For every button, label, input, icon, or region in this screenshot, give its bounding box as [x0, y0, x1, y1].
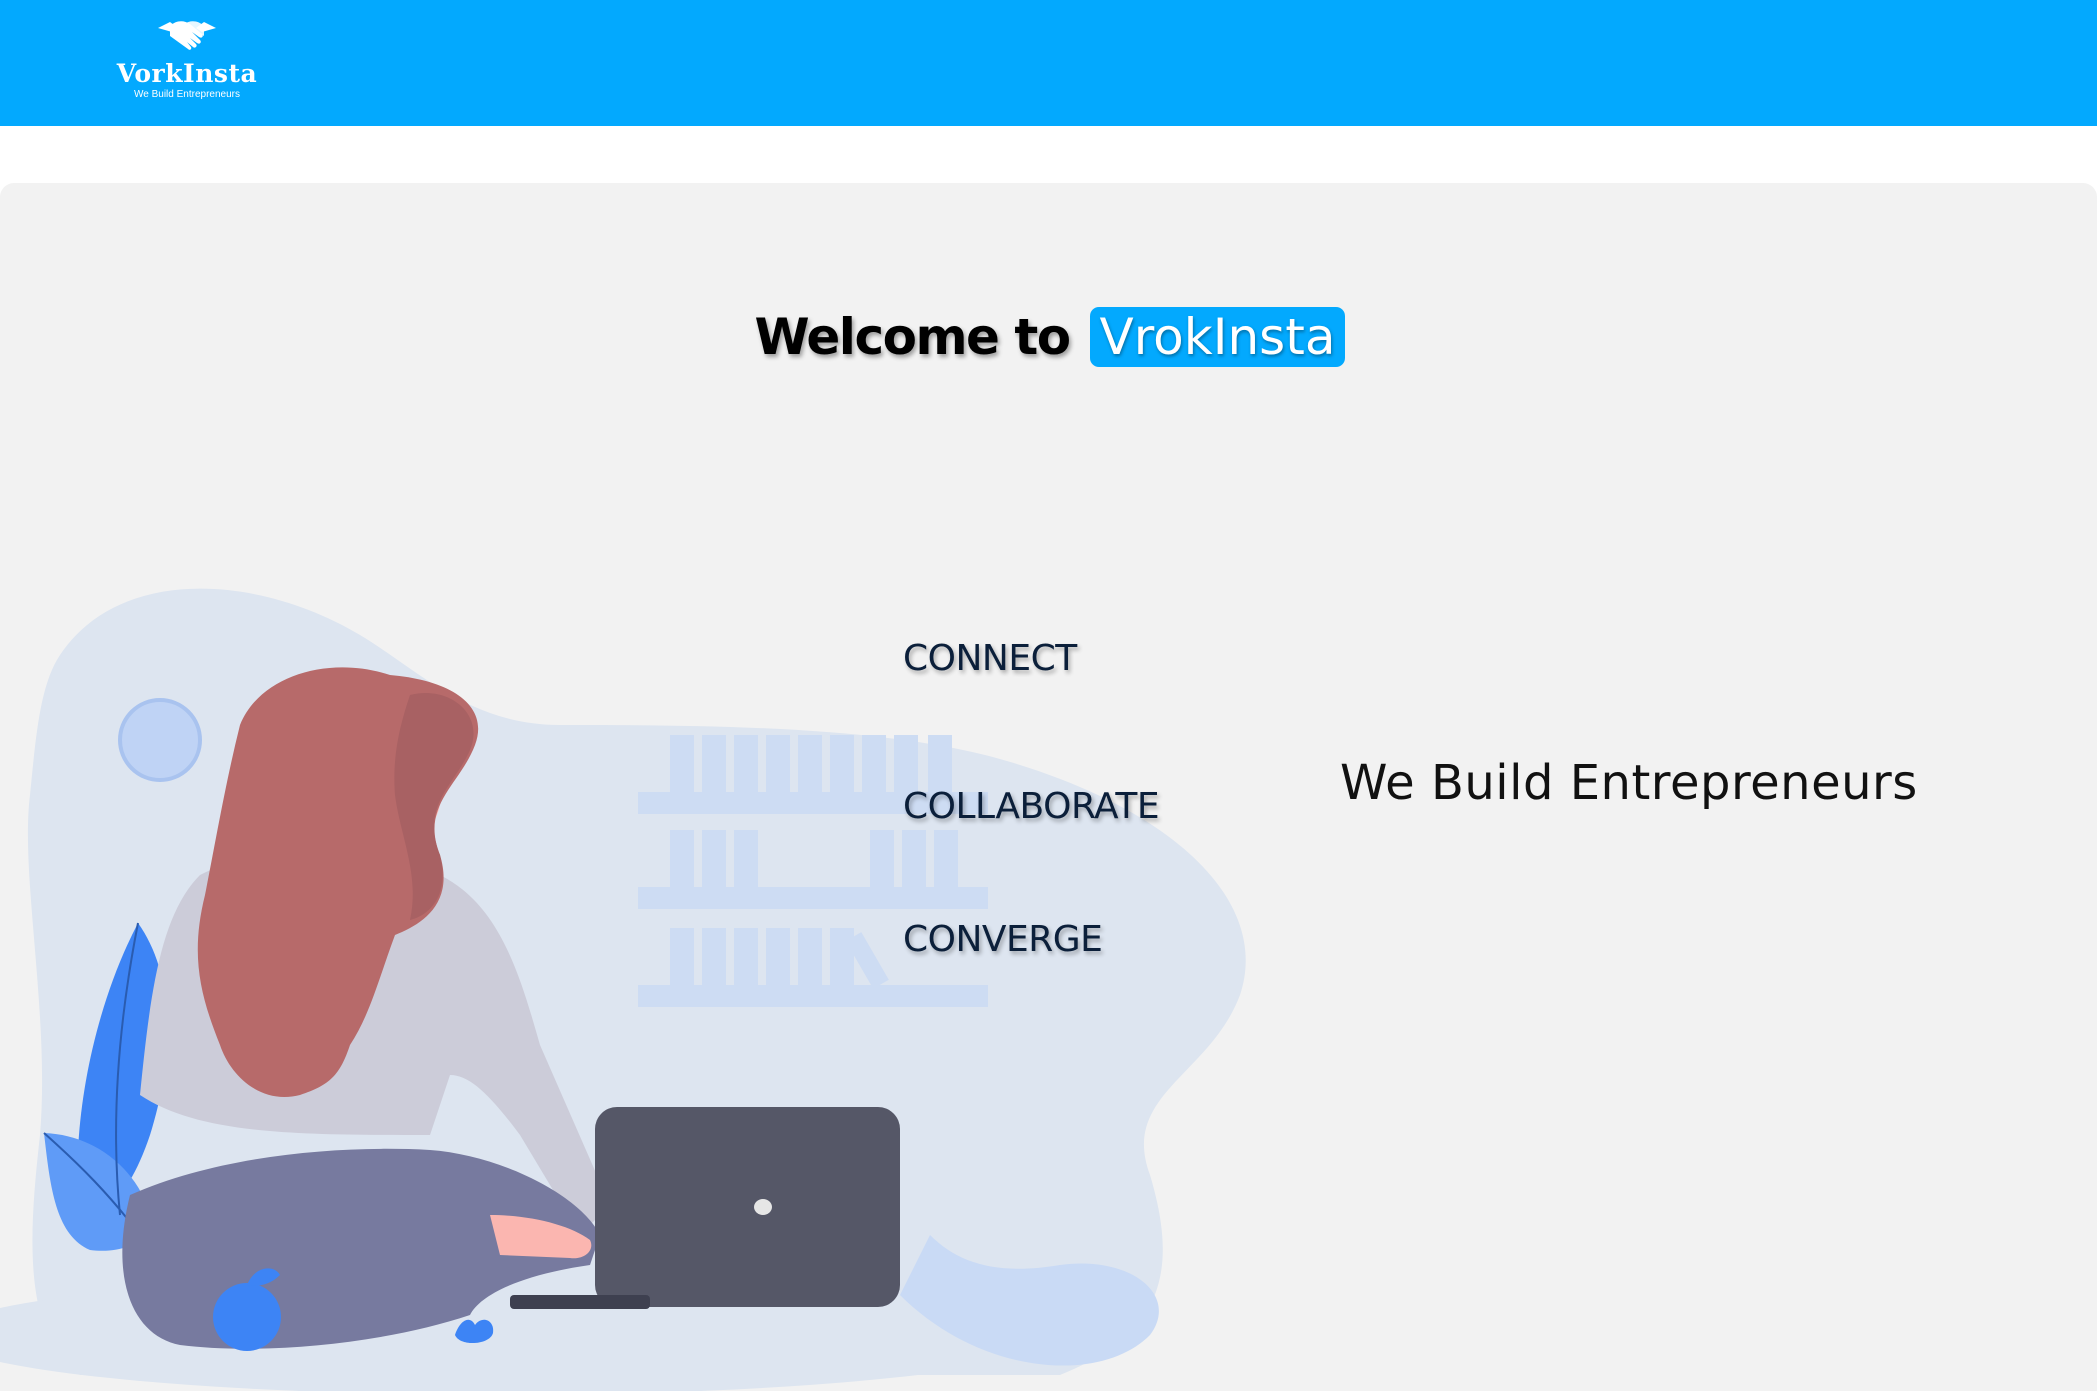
handshake-icon — [158, 21, 216, 50]
brand-name: VorkInsta — [116, 59, 258, 88]
pillar-converge: CONVERGE — [903, 919, 1103, 960]
hero-panel: Welcome to VrokInsta CONNECT COLLABORATE… — [0, 183, 2097, 1391]
brand-logo[interactable]: VorkInsta We Build Entrepreneurs — [112, 14, 262, 114]
top-navbar: VorkInsta We Build Entrepreneurs — [0, 0, 2097, 126]
wall-clock-icon — [118, 698, 202, 782]
welcome-heading: Welcome to VrokInsta — [0, 307, 2097, 367]
welcome-brand-badge: VrokInsta — [1089, 307, 1346, 367]
brand-tagline: We Build Entrepreneurs — [134, 89, 240, 100]
woman-with-laptop-illustration — [0, 588, 1246, 1391]
pillar-connect: CONNECT — [903, 638, 1077, 679]
welcome-prefix: Welcome to — [754, 308, 1072, 366]
pillar-collaborate: COLLABORATE — [903, 786, 1160, 827]
hero-tagline: We Build Entrepreneurs — [1340, 755, 1918, 811]
